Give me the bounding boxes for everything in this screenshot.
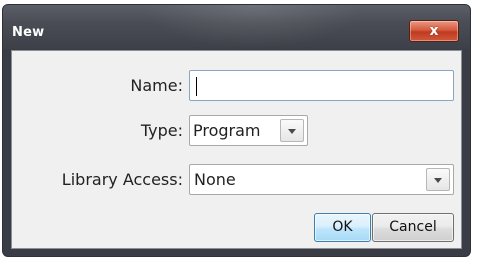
dialog-body: Name: Type: Program Library Access: None… bbox=[11, 50, 462, 249]
type-selected-value: Program bbox=[193, 121, 261, 140]
ok-button[interactable]: OK bbox=[314, 213, 371, 242]
chevron-down-icon bbox=[288, 129, 296, 134]
close-button[interactable]: x bbox=[409, 20, 459, 42]
name-field[interactable] bbox=[189, 70, 454, 101]
type-dropdown-button[interactable] bbox=[280, 119, 304, 142]
new-dialog-window: New x Name: Type: Program Library Access… bbox=[2, 4, 471, 257]
name-input[interactable] bbox=[190, 71, 453, 100]
text-caret bbox=[196, 77, 197, 96]
close-icon: x bbox=[429, 23, 439, 39]
cancel-button[interactable]: Cancel bbox=[372, 213, 454, 242]
type-select[interactable]: Program bbox=[189, 115, 308, 146]
library-access-label: Library Access: bbox=[61, 170, 183, 189]
window-title: New bbox=[12, 25, 45, 40]
title-bar[interactable]: New x bbox=[3, 5, 470, 49]
library-access-select[interactable]: None bbox=[189, 164, 454, 195]
name-label: Name: bbox=[130, 76, 183, 95]
library-access-selected-value: None bbox=[194, 170, 236, 189]
chevron-down-icon bbox=[434, 178, 442, 183]
type-label: Type: bbox=[140, 121, 183, 140]
library-access-dropdown-button[interactable] bbox=[426, 168, 450, 191]
